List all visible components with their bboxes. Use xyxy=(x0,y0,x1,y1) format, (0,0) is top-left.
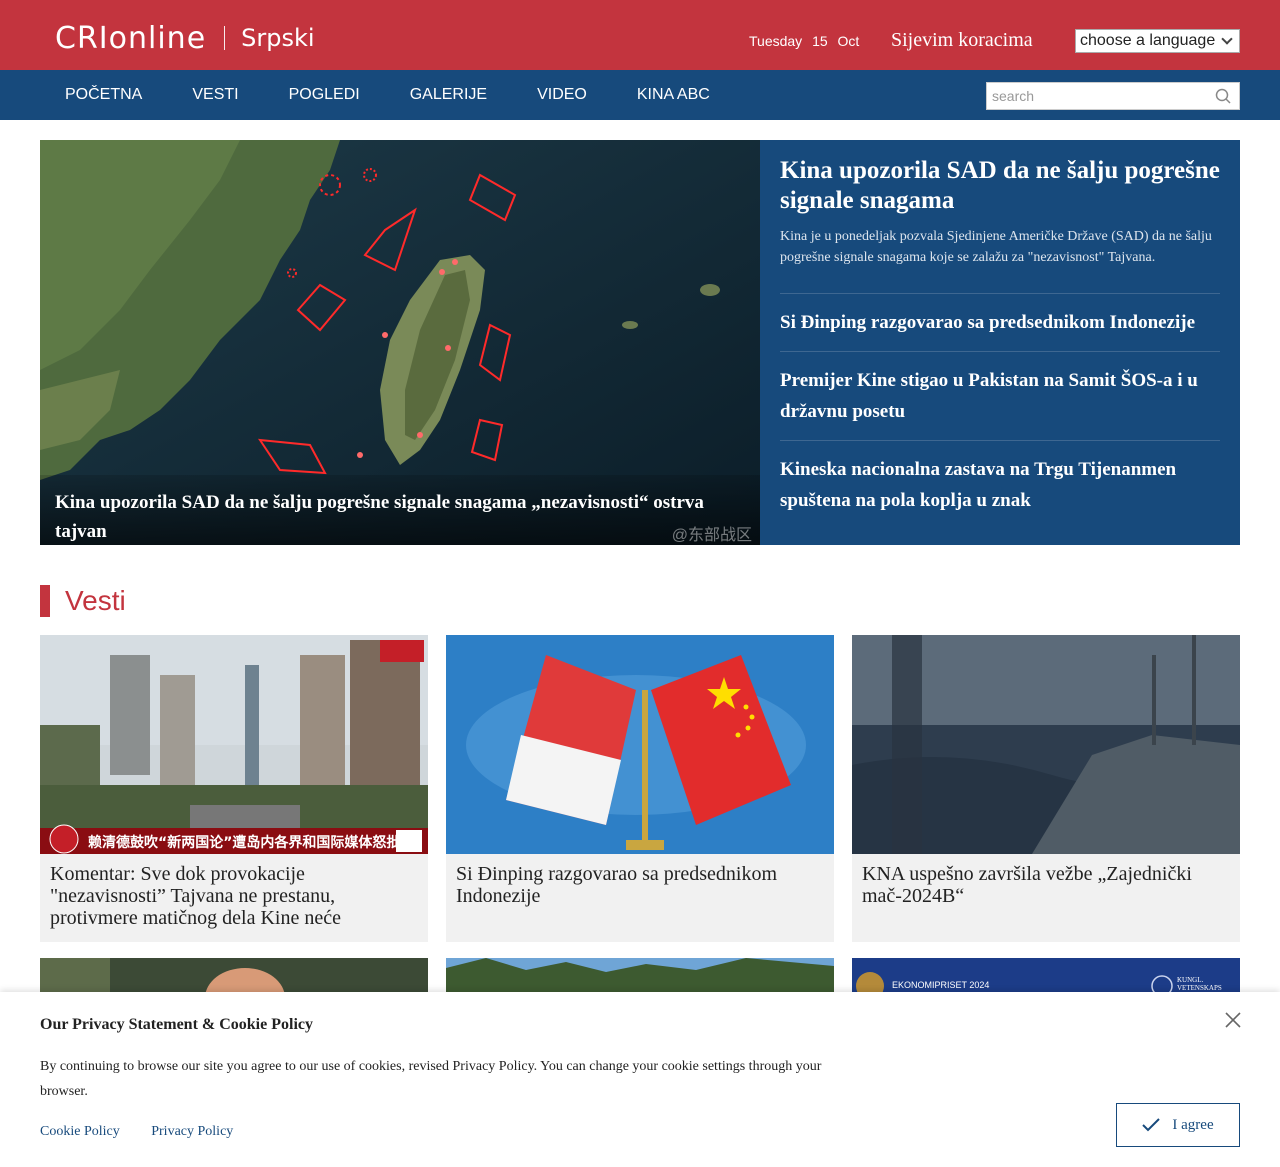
news-card[interactable]: Si Đinping razgovarao sa predsednikom In… xyxy=(446,635,834,942)
section-title-bar xyxy=(40,585,50,617)
side-news-item[interactable]: Si Đinping razgovarao sa predsednikom In… xyxy=(780,294,1220,352)
close-icon[interactable] xyxy=(1224,1011,1242,1029)
news-card[interactable]: 赖清德鼓吹“新两国论”遭岛内各界和国际媒体怒批 Komentar: Sve do… xyxy=(40,635,428,942)
nav-item-pogledi[interactable]: POGLEDI xyxy=(289,86,360,104)
cookie-policy-link[interactable]: Cookie Policy xyxy=(40,1124,120,1139)
card-image-label: EKONOMIPRISET 2024 xyxy=(892,980,990,990)
section-title: Vesti xyxy=(40,585,126,617)
news-card-image xyxy=(40,958,428,992)
cookie-text: By continuing to browse our site you agr… xyxy=(40,1059,822,1099)
news-card[interactable]: EKONOMIPRISET 2024 KUNGL. VETENSKAPS xyxy=(852,958,1240,992)
language-select-value: choose a language xyxy=(1080,32,1216,49)
news-card-image xyxy=(446,635,834,854)
current-date: Tuesday 15 Oct xyxy=(749,33,865,49)
news-card-image: 赖清德鼓吹“新两国论”遭岛内各界和国际媒体怒批 xyxy=(40,635,428,854)
nav-item-kina-abc[interactable]: KINA ABC xyxy=(637,86,710,104)
news-card-image xyxy=(446,958,834,992)
nav-item-galerije[interactable]: GALERIJE xyxy=(410,86,487,104)
nav-item-video[interactable]: VIDEO xyxy=(537,86,587,104)
news-card[interactable] xyxy=(40,958,428,992)
cookie-banner: Our Privacy Statement & Cookie Policy By… xyxy=(0,992,1280,1167)
hero-caption[interactable]: Kina upozorila SAD da ne šalju pogrešne … xyxy=(40,475,760,545)
card-overlay-text: 赖清德鼓吹“新两国论”遭岛内各界和国际媒体怒批 xyxy=(88,834,400,851)
slogan-link[interactable]: Sijevim koracima xyxy=(891,29,1033,52)
date-day: Tuesday xyxy=(749,33,803,49)
hero-image[interactable]: Kina upozorila SAD da ne šalju pogrešne … xyxy=(40,140,760,545)
hero-sidebar: Kina upozorila SAD da ne šalju pogrešne … xyxy=(760,140,1240,545)
search-icon[interactable] xyxy=(1215,88,1231,104)
logo[interactable]: CRIonline Srpski xyxy=(55,16,315,60)
side-news-item[interactable]: Kineska nacionalna zastava na Trgu Tijen… xyxy=(780,441,1220,529)
section-title-text[interactable]: Vesti xyxy=(65,585,126,617)
search-input[interactable] xyxy=(987,83,1207,109)
side-news-item[interactable]: Premijer Kine stigao u Pakistan na Samit… xyxy=(780,352,1220,441)
image-watermark: @东部战区 xyxy=(671,527,752,544)
search-box xyxy=(986,82,1240,110)
nav-item-vesti[interactable]: VESTI xyxy=(192,86,238,104)
news-card-title[interactable]: Komentar: Sve dok provokacije "nezavisno… xyxy=(40,854,428,929)
hero-headline[interactable]: Kina upozorila SAD da ne šalju pogrešne … xyxy=(780,156,1220,216)
news-card-title[interactable]: KNA uspešno završila vežbe „Zajednički m… xyxy=(852,854,1240,907)
hero-lead: Kina je u ponedeljak pozvala Sjedinjene … xyxy=(780,226,1220,294)
cookie-title: Our Privacy Statement & Cookie Policy xyxy=(40,1016,313,1033)
language-select[interactable]: choose a language xyxy=(1075,29,1240,53)
agree-button-label: I agree xyxy=(1172,1116,1214,1133)
agree-button[interactable]: I agree xyxy=(1116,1103,1240,1147)
logo-text: CRIonline xyxy=(55,20,207,56)
cookie-links: Cookie Policy Privacy Policy xyxy=(40,1124,261,1140)
privacy-policy-link[interactable]: Privacy Policy xyxy=(151,1124,233,1139)
news-card[interactable]: KNA uspešno završila vežbe „Zajednički m… xyxy=(852,635,1240,942)
chevron-down-icon xyxy=(1221,33,1233,45)
card-image-label: KUNGL. VETENSKAPS xyxy=(1177,976,1222,992)
news-card-title[interactable]: Si Đinping razgovarao sa predsednikom In… xyxy=(446,854,834,907)
news-card[interactable] xyxy=(446,958,834,992)
check-icon xyxy=(1142,1118,1161,1132)
date-number: 15 xyxy=(812,33,828,49)
top-header: CRIonline Srpski Tuesday 15 Oct Sijevim … xyxy=(0,0,1280,70)
news-card-image xyxy=(852,635,1240,854)
logo-language: Srpski xyxy=(241,24,315,52)
date-month: Oct xyxy=(837,33,860,49)
nav-item-pocetna[interactable]: POČETNA xyxy=(65,86,142,104)
logo-divider xyxy=(224,26,226,50)
